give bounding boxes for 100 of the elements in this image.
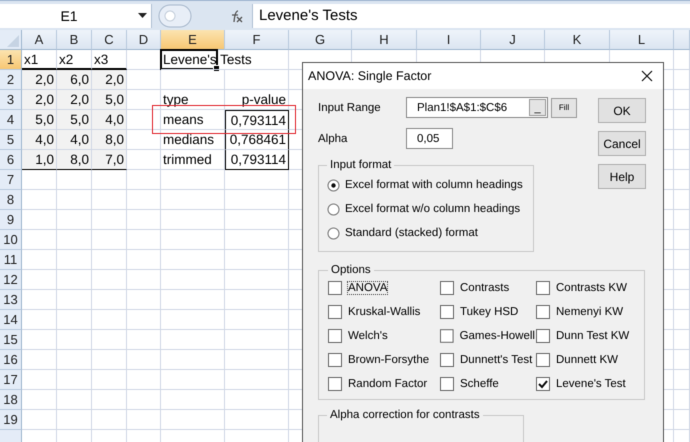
checkbox-label[interactable]: Scheffe: [459, 377, 500, 391]
row-header[interactable]: 12: [0, 270, 22, 290]
table-cell[interactable]: [161, 390, 225, 410]
table-cell[interactable]: 8,0: [92, 130, 127, 150]
radio-button[interactable]: [327, 202, 340, 216]
table-cell[interactable]: [22, 250, 57, 270]
table-cell[interactable]: [92, 270, 127, 290]
table-cell[interactable]: [674, 310, 690, 330]
table-cell[interactable]: [22, 330, 57, 350]
table-cell[interactable]: [57, 390, 92, 410]
table-cell[interactable]: 2,0: [57, 90, 92, 110]
table-cell[interactable]: [22, 310, 57, 330]
table-cell[interactable]: [127, 270, 161, 290]
table-cell[interactable]: [161, 350, 225, 370]
checkbox[interactable]: [536, 281, 550, 295]
table-cell[interactable]: [92, 170, 127, 190]
checkbox[interactable]: [536, 353, 550, 367]
column-header[interactable]: L: [610, 30, 674, 50]
select-all-button[interactable]: [0, 30, 22, 50]
row-header[interactable]: 5: [0, 130, 22, 150]
table-cell[interactable]: [92, 390, 127, 410]
table-cell[interactable]: [22, 210, 57, 230]
radio-label[interactable]: Excel format with column headings: [345, 179, 523, 191]
table-cell[interactable]: [674, 50, 690, 70]
table-cell[interactable]: 2,0: [92, 70, 127, 90]
table-cell[interactable]: [127, 250, 161, 270]
column-header[interactable]: D: [127, 30, 161, 50]
checkbox-label[interactable]: Tukey HSD: [459, 305, 520, 319]
table-cell[interactable]: [161, 190, 225, 210]
table-cell[interactable]: [57, 410, 92, 430]
close-icon[interactable]: [641, 70, 653, 82]
row-header[interactable]: 10: [0, 230, 22, 250]
table-cell[interactable]: [674, 70, 690, 90]
table-cell[interactable]: [674, 270, 690, 290]
column-header[interactable]: E: [161, 30, 225, 50]
table-cell[interactable]: [674, 90, 690, 110]
checkbox-label[interactable]: Dunnett KW: [555, 353, 619, 367]
checkbox-label[interactable]: Welch's: [347, 329, 389, 343]
checkbox-label[interactable]: Dunnett's Test: [459, 353, 534, 367]
checkbox-label[interactable]: ANOVA: [347, 281, 388, 295]
table-cell[interactable]: means: [161, 110, 225, 130]
table-cell[interactable]: [225, 290, 289, 310]
table-cell[interactable]: [127, 310, 161, 330]
checkbox-label[interactable]: Dunn Test KW: [555, 329, 630, 343]
table-cell[interactable]: medians: [161, 130, 225, 150]
table-cell[interactable]: [57, 350, 92, 370]
table-cell[interactable]: [22, 350, 57, 370]
table-cell[interactable]: [92, 210, 127, 230]
table-cell[interactable]: [127, 130, 161, 150]
table-cell[interactable]: [57, 370, 92, 390]
row-header[interactable]: 19: [0, 410, 22, 430]
table-cell[interactable]: [225, 170, 289, 190]
checkbox-label[interactable]: Brown-Forsythe: [347, 353, 430, 367]
table-cell[interactable]: [127, 190, 161, 210]
table-cell[interactable]: [127, 330, 161, 350]
table-cell[interactable]: [674, 350, 690, 370]
row-header[interactable]: 1: [0, 50, 22, 70]
table-cell[interactable]: [225, 190, 289, 210]
table-cell[interactable]: [57, 250, 92, 270]
table-cell[interactable]: [674, 130, 690, 150]
table-cell[interactable]: [127, 390, 161, 410]
table-cell[interactable]: [57, 230, 92, 250]
table-cell[interactable]: [161, 170, 225, 190]
table-cell[interactable]: [57, 210, 92, 230]
table-cell[interactable]: [161, 410, 225, 430]
radio-label[interactable]: Excel format w/o column headings: [345, 203, 520, 215]
table-cell[interactable]: 5,0: [22, 110, 57, 130]
table-cell[interactable]: [127, 230, 161, 250]
row-header[interactable]: 7: [0, 170, 22, 190]
table-cell[interactable]: [127, 410, 161, 430]
table-cell[interactable]: [22, 190, 57, 210]
row-header[interactable]: 15: [0, 330, 22, 350]
table-cell[interactable]: [225, 370, 289, 390]
radio-button[interactable]: [327, 226, 340, 240]
checkbox[interactable]: [536, 305, 550, 319]
table-cell[interactable]: 1,0: [22, 150, 57, 170]
table-cell[interactable]: [92, 350, 127, 370]
row-header[interactable]: 2: [0, 70, 22, 90]
table-cell[interactable]: [57, 270, 92, 290]
row-header[interactable]: 4: [0, 110, 22, 130]
table-cell[interactable]: 2,0: [22, 70, 57, 90]
checkbox[interactable]: [328, 377, 342, 391]
formula-field[interactable]: Levene's Tests: [252, 4, 690, 28]
dialog-button[interactable]: Cancel: [598, 131, 646, 156]
name-box[interactable]: E1: [0, 4, 152, 28]
table-cell[interactable]: [92, 290, 127, 310]
table-cell[interactable]: [161, 210, 225, 230]
table-cell[interactable]: p-value: [225, 90, 289, 110]
checkbox-label[interactable]: Nemenyi KW: [555, 305, 624, 319]
collapse-button[interactable]: _: [529, 99, 546, 116]
table-cell[interactable]: [92, 250, 127, 270]
row-header[interactable]: 6: [0, 150, 22, 170]
table-cell[interactable]: [674, 210, 690, 230]
table-cell[interactable]: [22, 290, 57, 310]
table-cell[interactable]: 0,768461: [225, 130, 289, 150]
table-cell[interactable]: [22, 390, 57, 410]
table-cell[interactable]: [127, 370, 161, 390]
checkbox[interactable]: [440, 281, 454, 295]
table-cell[interactable]: [225, 270, 289, 290]
table-cell[interactable]: 5,0: [92, 90, 127, 110]
